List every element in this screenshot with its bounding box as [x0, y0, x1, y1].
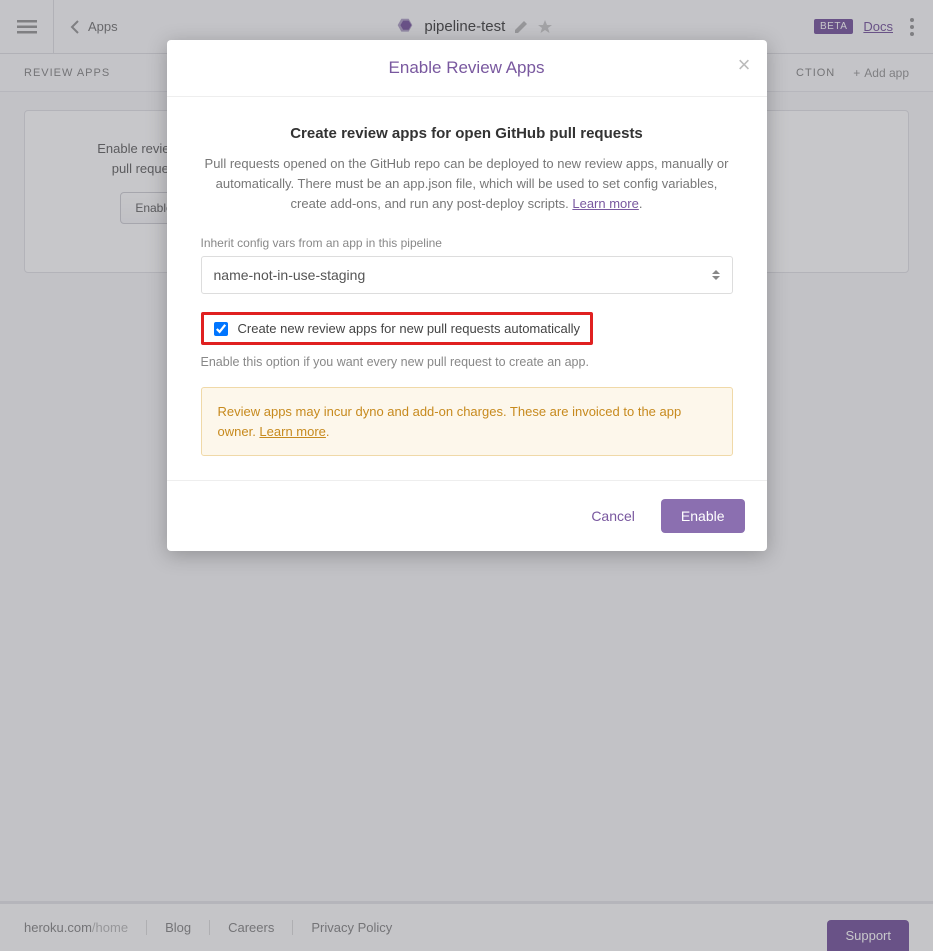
modal-title: Enable Review Apps	[185, 58, 749, 78]
auto-create-checkbox-row: Create new review apps for new pull requ…	[201, 312, 594, 345]
select-caret-icon	[711, 268, 721, 282]
warning-box: Review apps may incur dyno and add-on ch…	[201, 387, 733, 456]
select-value: name-not-in-use-staging	[214, 267, 366, 283]
inherit-label: Inherit config vars from an app in this …	[201, 236, 733, 250]
modal-description-text: Pull requests opened on the GitHub repo …	[205, 156, 729, 211]
inherit-app-select[interactable]: name-not-in-use-staging	[201, 256, 733, 294]
auto-create-checkbox-label[interactable]: Create new review apps for new pull requ…	[238, 321, 581, 336]
modal-close-button[interactable]: ×	[738, 54, 751, 76]
cancel-button[interactable]: Cancel	[579, 500, 647, 532]
warning-learn-more-link[interactable]: Learn more	[259, 424, 325, 439]
modal-footer: Cancel Enable	[167, 480, 767, 551]
modal-heading: Create review apps for open GitHub pull …	[201, 125, 733, 142]
checkbox-help-text: Enable this option if you want every new…	[201, 355, 733, 369]
learn-more-link[interactable]: Learn more	[572, 196, 638, 211]
enable-review-apps-modal: Enable Review Apps × Create review apps …	[167, 40, 767, 551]
auto-create-checkbox[interactable]	[214, 322, 228, 336]
modal-body: Create review apps for open GitHub pull …	[167, 97, 767, 480]
modal-header: Enable Review Apps ×	[167, 40, 767, 97]
enable-button[interactable]: Enable	[661, 499, 745, 533]
modal-description: Pull requests opened on the GitHub repo …	[201, 154, 733, 214]
